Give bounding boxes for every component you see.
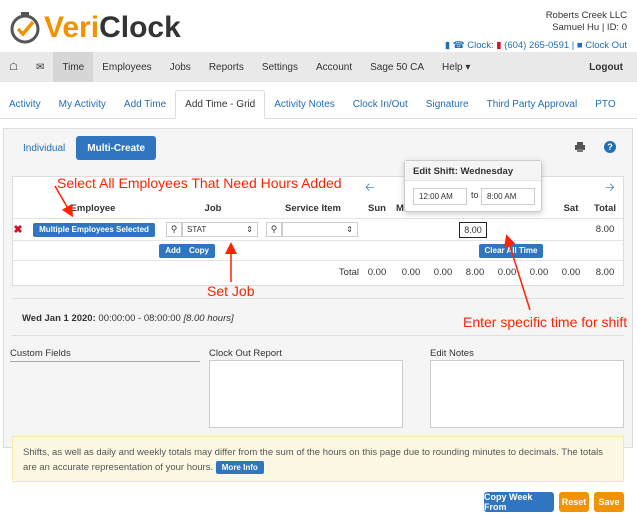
header-sun: Sun [368,203,386,214]
select-arrows-icon: ⇕ [346,225,353,234]
nav-help-label: Help [442,61,463,73]
custom-fields-label: Custom Fields [10,348,200,362]
reset-button[interactable]: Reset [559,492,589,512]
header-job: Job [204,203,222,214]
copy-row-button[interactable]: Copy [183,243,215,258]
employee-select-button[interactable]: Multiple Employees Selected [33,222,155,237]
clock-out-link[interactable]: Clock Out [585,40,627,51]
total-fri: 0.00 [529,266,549,278]
remove-row-icon[interactable]: ✖ [13,219,23,240]
wednesday-hours-input[interactable]: 8.00 [459,221,487,238]
shift-hours: [8.00 hours] [183,313,234,324]
service-select[interactable]: ⇕ [282,222,358,237]
totals-row: Total 0.00 0.00 0.00 8.00 0.00 0.00 0.00… [13,261,623,283]
nav-time[interactable]: Time [53,52,94,82]
mode-individual[interactable]: Individual [12,136,76,160]
shift-date: Wed Jan 1 2020: [22,313,96,324]
tab-add-time-grid[interactable]: Add Time - Grid [175,90,266,119]
nav-sage[interactable]: Sage 50 CA [361,52,433,82]
nav-jobs[interactable]: Jobs [161,52,200,82]
clock-out-report-textarea[interactable] [209,360,403,428]
mode-tabs: Individual Multi-Create [12,136,157,160]
tab-activity-notes[interactable]: Activity Notes [265,90,344,118]
total-week: 8.00 [595,266,615,278]
nav-settings[interactable]: Settings [253,52,307,82]
print-icon[interactable] [574,141,586,153]
header-service: Service Item [285,203,341,214]
total-wed: 8.00 [465,266,485,278]
phone-icon: ☎ [452,40,465,51]
notice-text: Shifts, as well as daily and weekly tota… [23,447,603,473]
clock-out-report-label: Clock Out Report [209,348,282,359]
shift-end-input[interactable]: 8:00 AM [481,188,535,205]
mail-icon[interactable]: ✉ [27,52,53,82]
next-week-arrow-icon[interactable]: 🡢 [605,180,615,195]
clock-label: Clock: [467,40,494,51]
nav-help[interactable]: Help ▾ [433,52,479,82]
annotation-set-job: Set Job [207,283,255,299]
clock-check-icon [10,12,40,44]
time-subnav: Activity My Activity Add Time Add Time -… [0,90,637,119]
more-info-button[interactable]: More Info [215,461,264,474]
service-search-icon[interactable]: ⚲ [266,222,282,237]
tab-add-time[interactable]: Add Time [115,90,175,118]
tab-my-activity[interactable]: My Activity [50,90,115,118]
total-sun: 0.00 [367,266,387,278]
header-employee: Employee [70,203,116,214]
caret-down-icon: ▾ [465,61,471,73]
shift-range: 00:00:00 - 08:00:00 [98,313,181,324]
account-info: Roberts Creek LLC Samuel Hu | ID: 0 [546,10,627,34]
actions-row: Add Copy Clear All Time [13,241,623,261]
nav-employees[interactable]: Employees [93,52,160,82]
edit-notes-textarea[interactable] [430,360,624,428]
phone-type-icon: ▮ [496,40,502,51]
header-total: Total [594,203,616,214]
nav-reports[interactable]: Reports [200,52,253,82]
logout-link[interactable]: Logout [580,52,637,82]
copy-week-from-button[interactable]: Copy Week From [484,492,554,512]
job-search-icon[interactable]: ⚲ [166,222,182,237]
popover-to-label: to [471,190,479,200]
annotation-specific-time: Enter specific time for shift [463,314,628,330]
help-icon[interactable]: ? [604,141,616,153]
job-select[interactable]: STAT ⇕ [182,222,258,237]
edit-shift-popover: Edit Shift: Wednesday 12:00 AM to 8:00 A… [404,160,542,212]
vericlock-logo[interactable]: Veri Clock [8,8,181,48]
clear-all-time-button[interactable]: Clear All Time [478,243,544,258]
tab-activity[interactable]: Activity [0,90,50,118]
employee-row: ✖ Multiple Employees Selected ⚲ STAT ⇕ ⚲ … [13,219,623,241]
brand-part1: Veri [44,11,100,44]
totals-label: Total [338,266,359,278]
total-tue: 0.00 [433,266,453,278]
total-sat: 0.00 [561,266,581,278]
edit-notes-label: Edit Notes [430,348,474,359]
header-sat: Sat [563,203,579,214]
user-icon: ■ [576,40,583,51]
brand-part2: Clock [99,11,181,44]
popover-title: Edit Shift: Wednesday [405,161,541,181]
tab-pto[interactable]: PTO [586,90,624,118]
total-mon: 0.00 [401,266,421,278]
clock-status: ▮ ☎ Clock: ▮ (604) 265-0591 | ■ Clock Ou… [444,40,627,51]
annotation-select-employees: Select All Employees That Need Hours Add… [57,175,342,191]
select-arrows-icon: ⇕ [246,225,253,234]
prev-week-arrow-icon[interactable]: 🡠 [365,180,375,195]
rounding-notice: Shifts, as well as daily and weekly tota… [12,436,624,482]
home-icon[interactable]: ☖ [0,52,27,82]
nav-account[interactable]: Account [307,52,361,82]
row-total: 8.00 [595,224,615,235]
phone-number: (604) 265-0591 [504,40,570,51]
tab-signature[interactable]: Signature [417,90,478,118]
tab-clock-in-out[interactable]: Clock In/Out [344,90,417,118]
chat-icon[interactable]: ▮ [445,40,450,51]
total-thu: 0.00 [497,266,517,278]
job-value: STAT [187,225,207,234]
mode-multi-create[interactable]: Multi-Create [76,136,157,160]
tab-third-party[interactable]: Third Party Approval [478,90,587,118]
company-name: Roberts Creek LLC [545,10,627,21]
shift-start-input[interactable]: 12:00 AM [413,188,467,205]
user-id: Samuel Hu | ID: 0 [552,22,627,33]
save-button[interactable]: Save [594,492,624,512]
main-nav: ☖ ✉ Time Employees Jobs Reports Settings… [0,52,637,82]
